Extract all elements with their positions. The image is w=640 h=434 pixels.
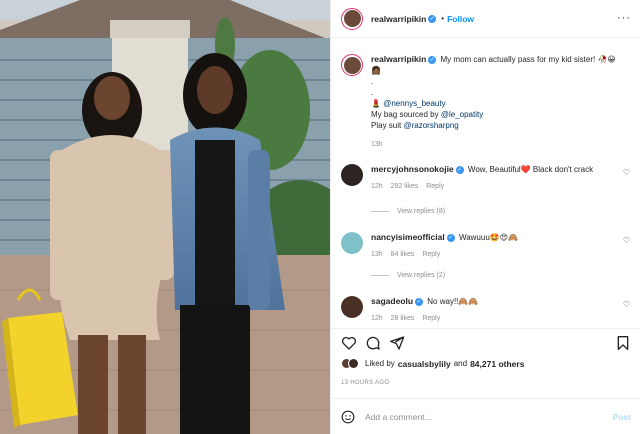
caption-line: Play suit — [371, 121, 402, 130]
comment-likes[interactable]: 84 likes — [391, 251, 415, 258]
caption-text: My mom can actually pass for my kid sist… — [440, 55, 596, 64]
view-replies-label: View replies (8) — [397, 208, 446, 215]
comment-username[interactable]: mercyjohnsonokojie — [371, 164, 454, 174]
comment-emoji: ❤️ — [520, 165, 531, 174]
comment-text: Wawuuu — [458, 233, 490, 242]
comment-username[interactable]: nancyisimeofficial — [371, 232, 445, 242]
comment-time: 12h — [371, 315, 383, 322]
verified-badge-icon: ✓ — [428, 55, 437, 64]
reply-button[interactable]: Reply — [422, 315, 440, 322]
action-bar — [331, 328, 640, 356]
more-options-icon[interactable]: ··· — [617, 12, 631, 24]
comment: nancyisimeofficial ✓ Wawuuu🤩😍🙈 13h 84 lik… — [341, 232, 636, 292]
reply-button[interactable]: Reply — [426, 183, 444, 190]
caption-body: realwarripikin ✓ My mom can actually pass… — [371, 54, 621, 150]
comment: mercyjohnsonokojie ✓ Wow, Beautiful❤️ Bla… — [341, 164, 636, 224]
comment-text: No way!! — [427, 297, 459, 306]
avatar[interactable] — [341, 164, 363, 186]
post-side-panel: realwarripikin ✓ • Follow ··· realwarrip… — [330, 0, 640, 434]
caption-line: My bag sourced by — [371, 110, 439, 119]
comment-body: nancyisimeofficial ✓ Wawuuu🤩😍🙈 13h 84 lik… — [371, 232, 621, 260]
comment-body: mercyjohnsonokojie ✓ Wow, Beautiful❤️ Bla… — [371, 164, 621, 192]
divider — [371, 275, 389, 276]
like-heart-icon[interactable] — [341, 335, 357, 351]
liked-by-user[interactable]: casualsbylily — [398, 359, 451, 369]
comment-likes[interactable]: 28 likes — [391, 315, 415, 322]
photo-illustration — [0, 0, 330, 434]
likes-prefix: Liked by — [365, 359, 395, 368]
comment-time: 13h — [371, 251, 383, 258]
post-timestamp[interactable]: 13 HOURS AGO — [341, 380, 389, 386]
like-comment-icon[interactable]: ♡ — [623, 236, 630, 245]
comment-emoji: 🤩😍🙈 — [489, 233, 519, 242]
mention-link[interactable]: @le_opatity — [441, 110, 483, 119]
comment-input[interactable] — [365, 411, 613, 422]
follow-button[interactable]: Follow — [447, 14, 474, 24]
comment-text: Black don't crack — [532, 165, 594, 174]
avatar[interactable] — [341, 54, 363, 76]
view-replies-label: View replies (2) — [397, 272, 446, 279]
caption: realwarripikin ✓ My mom can actually pass… — [341, 54, 636, 154]
post-button[interactable]: Post — [613, 412, 631, 422]
instagram-post: realwarripikin ✓ • Follow ··· realwarrip… — [0, 0, 640, 434]
divider — [371, 211, 389, 212]
like-comment-icon[interactable]: ♡ — [623, 300, 630, 309]
post-photo[interactable] — [0, 0, 330, 434]
comment-body: sagadeolu ✓ No way!!🙈🙈 12h 28 likes Reply — [371, 296, 621, 324]
verified-badge-icon: ✓ — [428, 14, 437, 23]
comment-icon[interactable] — [365, 335, 381, 351]
lipstick-icon: 💄 — [371, 99, 381, 108]
bookmark-icon[interactable] — [615, 335, 631, 351]
verified-badge-icon: ✓ — [455, 165, 464, 174]
view-replies-button[interactable]: View replies (2) — [371, 272, 445, 279]
like-comment-icon[interactable]: ♡ — [623, 168, 630, 177]
verified-badge-icon: ✓ — [415, 297, 424, 306]
share-icon[interactable] — [389, 335, 405, 351]
comment-username[interactable]: sagadeolu — [371, 296, 413, 306]
avatar[interactable] — [341, 232, 363, 254]
add-comment-bar: Post — [331, 398, 640, 434]
comment-emoji: 🙈🙈 — [458, 297, 479, 306]
separator: • — [441, 14, 445, 23]
avatar[interactable] — [341, 7, 363, 30]
caption-dot: . — [371, 88, 374, 97]
comment: sagadeolu ✓ No way!!🙈🙈 12h 28 likes Reply… — [341, 296, 636, 326]
mention-link[interactable]: @nennys_beauty — [383, 99, 445, 108]
caption-username[interactable]: realwarripikin — [371, 54, 426, 64]
emoji-icon[interactable] — [341, 410, 355, 424]
avatar[interactable] — [341, 296, 363, 318]
header-username[interactable]: realwarripikin — [371, 14, 426, 24]
likes-summary: Liked by casualsbylily and 84,271 others — [341, 358, 524, 369]
avatar — [348, 358, 359, 369]
verified-badge-icon: ✓ — [446, 233, 455, 242]
post-header: realwarripikin ✓ • Follow ··· — [331, 0, 640, 38]
view-replies-button[interactable]: View replies (8) — [371, 208, 445, 215]
reply-button[interactable]: Reply — [422, 251, 440, 258]
comments-list: realwarripikin ✓ My mom can actually pass… — [331, 46, 640, 326]
caption-time: 13h — [371, 141, 383, 148]
comment-time: 12h — [371, 183, 383, 190]
comment-likes[interactable]: 292 likes — [391, 183, 419, 190]
likes-mid: and — [453, 359, 468, 368]
caption-dot: . — [371, 77, 374, 86]
comment-text: Wow, Beautiful — [467, 165, 521, 174]
likes-count[interactable]: 84,271 others — [470, 359, 524, 369]
mention-link[interactable]: @razorsharpng — [403, 121, 458, 130]
